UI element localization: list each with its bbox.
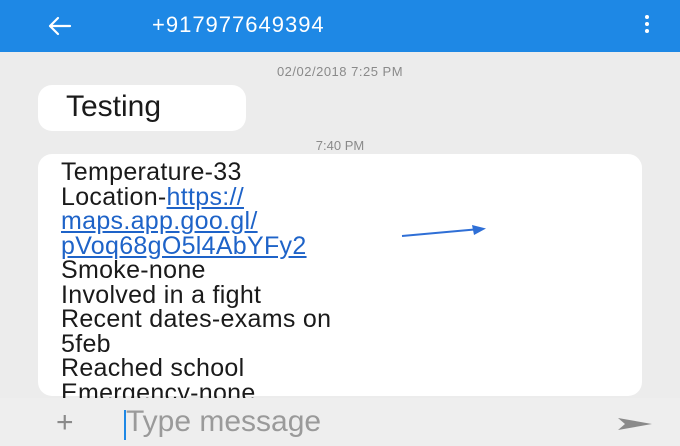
plus-icon[interactable]: + — [56, 406, 74, 440]
message-timestamp: 02/02/2018 7:25 PM — [276, 64, 404, 79]
message-composer: + — [0, 398, 680, 446]
message-line: maps.app.goo.gl/ — [61, 209, 331, 234]
app-bar: +917977649394 — [0, 0, 680, 52]
arrow-left-icon[interactable] — [46, 13, 72, 39]
message-line: Temperature-33 — [61, 158, 242, 186]
send-arrow-icon[interactable] — [616, 416, 654, 432]
message-line: Reached school — [61, 354, 245, 382]
message-line: Location-https:// — [61, 184, 331, 209]
more-vertical-icon[interactable] — [644, 15, 650, 37]
message-bubble[interactable]: Testing — [38, 85, 246, 131]
message-line: Involved in a fight — [61, 280, 262, 309]
annotation-arrow-icon — [401, 225, 486, 237]
message-line: 5feb — [61, 329, 111, 358]
message-input[interactable] — [126, 404, 556, 440]
message-line: Smoke-none — [61, 256, 206, 284]
message-text: Temperature-33 Location-https:// maps.ap… — [61, 160, 331, 405]
contact-title: +917977649394 — [152, 12, 325, 37]
message-line: pVoq68gO5l4AbYFy2 — [61, 233, 331, 258]
message-line: Recent dates-exams on — [61, 305, 332, 333]
message-text: Testing — [66, 90, 162, 123]
message-bubble[interactable]: Temperature-33 Location-https:// maps.ap… — [38, 154, 642, 405]
message-timestamp: 7:40 PM — [315, 138, 365, 153]
